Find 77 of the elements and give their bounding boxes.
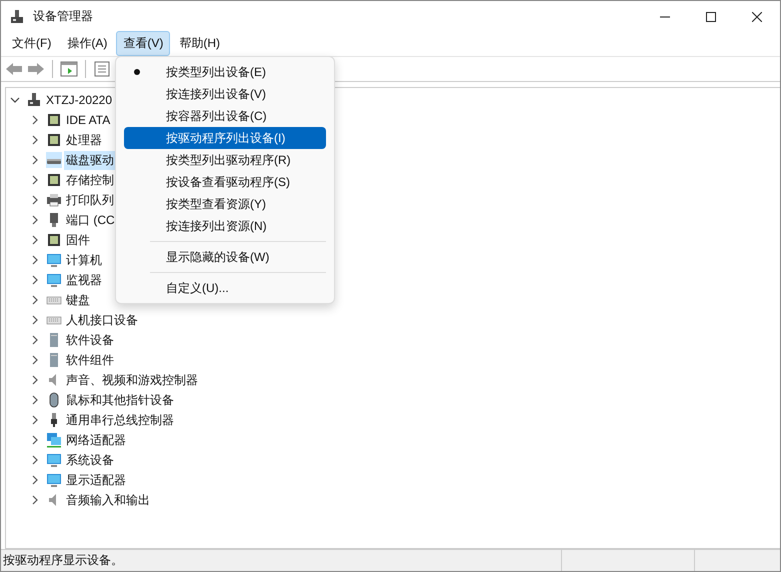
status-text: 按驱动程序显示设备。 <box>2 552 124 569</box>
tree-item[interactable]: 系统设备 <box>64 450 116 470</box>
chip-icon <box>46 232 62 248</box>
menu-item[interactable]: 查看(V) <box>116 30 170 56</box>
window-icon[interactable] <box>60 61 78 77</box>
menu-item[interactable]: 帮助(H) <box>172 30 227 56</box>
expand-chevron-icon[interactable] <box>30 455 40 465</box>
tree-item[interactable]: 存储控制 <box>64 170 116 190</box>
tree-item[interactable]: 监视器 <box>64 270 104 290</box>
tree-item[interactable]: 键盘 <box>64 290 92 310</box>
computer-icon <box>9 8 25 24</box>
tree-item[interactable]: XTZJ-20220 <box>44 92 114 108</box>
expand-chevron-icon[interactable] <box>30 195 40 205</box>
printer-icon <box>46 192 62 208</box>
tree-item[interactable]: 显示适配器 <box>64 470 128 490</box>
expand-chevron-icon[interactable] <box>30 475 40 485</box>
menu-option[interactable]: 自定义(U)... <box>124 277 326 299</box>
network-icon <box>46 432 62 448</box>
expand-chevron-icon[interactable] <box>30 215 40 225</box>
tree-item[interactable]: 通用串行总线控制器 <box>64 410 176 430</box>
monitor-icon <box>46 272 62 288</box>
menu-option[interactable]: 按类型查看资源(Y) <box>124 193 326 215</box>
window-title: 设备管理器 <box>33 8 93 25</box>
menu-option[interactable]: 按驱动程序列出设备(I) <box>124 127 326 149</box>
forward-arrow-icon[interactable] <box>27 61 45 77</box>
expand-chevron-icon[interactable] <box>30 435 40 445</box>
tree-item[interactable]: 软件组件 <box>64 350 116 370</box>
tree-item[interactable]: 声音、视频和游戏控制器 <box>64 370 200 390</box>
chip-icon <box>46 132 62 148</box>
computer-icon <box>26 92 42 108</box>
expand-chevron-icon[interactable] <box>30 315 40 325</box>
menu-option[interactable]: 按类型列出驱动程序(R) <box>124 149 326 171</box>
menu-option[interactable]: 按连接列出资源(N) <box>124 215 326 237</box>
expand-chevron-icon[interactable] <box>30 355 40 365</box>
expand-chevron-icon[interactable] <box>30 175 40 185</box>
chip-icon <box>46 172 62 188</box>
expand-chevron-icon[interactable] <box>30 235 40 245</box>
tree-item[interactable]: 人机接口设备 <box>64 310 140 330</box>
drive-icon <box>46 152 62 168</box>
expand-chevron-icon[interactable] <box>30 335 40 345</box>
menu-option[interactable]: 按容器列出设备(C) <box>124 105 326 127</box>
tree-item[interactable]: 固件 <box>64 230 92 250</box>
back-arrow-icon[interactable] <box>5 61 23 77</box>
tree-item[interactable]: 软件设备 <box>64 330 116 350</box>
tree-item[interactable]: 端口 (CC <box>64 210 117 230</box>
close-icon[interactable] <box>752 12 762 22</box>
chip-icon <box>46 112 62 128</box>
expand-chevron-icon[interactable] <box>30 135 40 145</box>
expand-chevron-icon[interactable] <box>10 95 20 105</box>
tree-item[interactable]: 打印队列 <box>64 190 116 210</box>
tree-item[interactable]: 磁盘驱动 <box>64 150 116 170</box>
expand-chevron-icon[interactable] <box>30 415 40 425</box>
expand-chevron-icon[interactable] <box>30 495 40 505</box>
tree-item[interactable]: 网络适配器 <box>64 430 128 450</box>
tree-item[interactable]: 鼠标和其他指针设备 <box>64 390 176 410</box>
maximize-icon[interactable] <box>706 12 716 22</box>
tree-item[interactable]: 处理器 <box>64 130 104 150</box>
expand-chevron-icon[interactable] <box>30 155 40 165</box>
monitor-icon <box>46 452 62 468</box>
menu-item[interactable]: 操作(A) <box>60 30 114 56</box>
menu-item[interactable]: 文件(F) <box>5 30 58 56</box>
expand-chevron-icon[interactable] <box>30 295 40 305</box>
expand-chevron-icon[interactable] <box>30 395 40 405</box>
tree-item[interactable]: IDE ATA <box>64 112 112 128</box>
expand-chevron-icon[interactable] <box>30 255 40 265</box>
properties-icon[interactable] <box>93 61 111 77</box>
monitor-icon <box>46 472 62 488</box>
menu-option[interactable]: 按连接列出设备(V) <box>124 83 326 105</box>
expand-chevron-icon[interactable] <box>30 375 40 385</box>
tree-item[interactable]: 计算机 <box>64 250 104 270</box>
menu-option[interactable]: 显示隐藏的设备(W) <box>124 246 326 268</box>
expand-chevron-icon[interactable] <box>30 115 40 125</box>
tree-item[interactable]: 音频输入和输出 <box>64 490 152 510</box>
menu-option[interactable]: 按类型列出设备(E) <box>124 61 326 83</box>
expand-chevron-icon[interactable] <box>30 275 40 285</box>
monitor-icon <box>46 252 62 268</box>
menu-option[interactable]: 按设备查看驱动程序(S) <box>124 171 326 193</box>
